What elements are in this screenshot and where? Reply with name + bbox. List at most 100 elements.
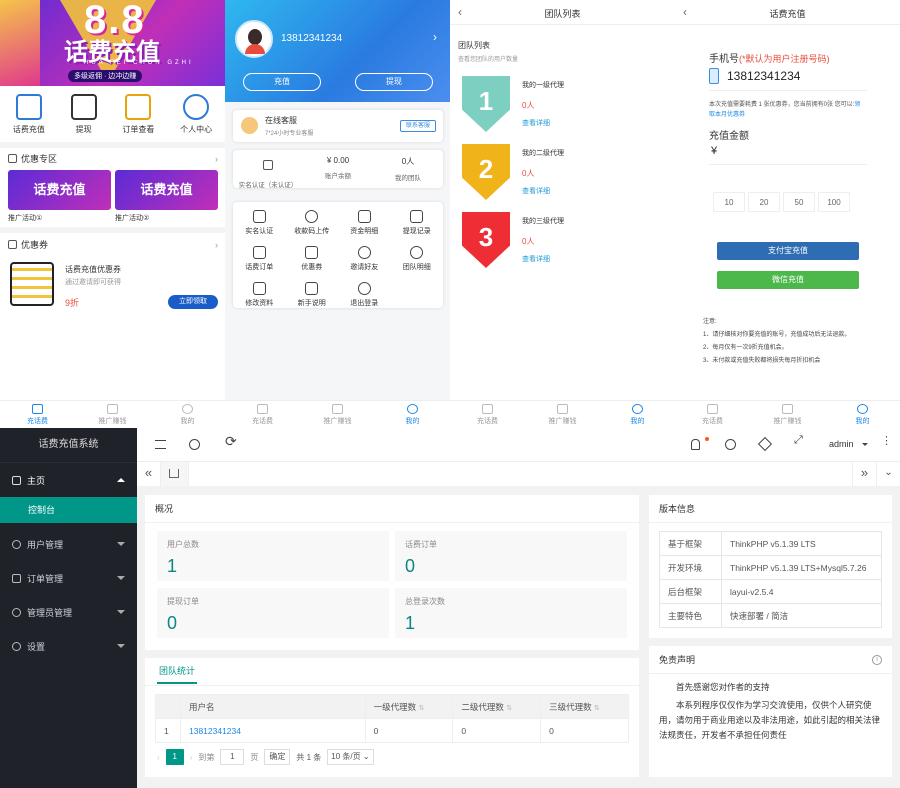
tab-mine[interactable]: 我的 <box>600 401 675 428</box>
level-row[interactable]: 2 我的二级代理 0人 查看详细 <box>462 144 662 204</box>
level-three-badge: 3 <box>462 212 510 268</box>
next-page-icon[interactable]: › <box>190 753 193 762</box>
section-discount[interactable]: 优惠专区 › <box>8 152 218 165</box>
amount-option[interactable]: 50 <box>783 192 815 212</box>
menu-verify[interactable]: 实名认证 <box>233 210 286 236</box>
sidebar-item-users[interactable]: 用户管理 <box>0 527 137 561</box>
tabs-scroll-left-icon[interactable]: « <box>137 462 161 486</box>
divider <box>709 90 867 91</box>
menu-orders[interactable]: 话费订单 <box>233 246 286 272</box>
current-page[interactable]: 1 <box>165 749 184 765</box>
chevron-right-icon[interactable]: › <box>433 30 437 44</box>
level-one-badge: 1 <box>462 76 510 132</box>
sidebar-item-orders[interactable]: 订单管理 <box>0 561 137 595</box>
quick-withdraw[interactable]: 提现 <box>70 94 97 135</box>
promo-card-1[interactable]: 话费充值 <box>8 170 111 210</box>
tab-recharge[interactable]: 充话费 <box>225 401 300 428</box>
goto-page-input[interactable]: 1 <box>220 749 245 765</box>
menu-logout[interactable]: 退出登录 <box>338 282 391 308</box>
contact-service-button[interactable]: 联系客服 <box>400 120 436 132</box>
menu-edit-profile[interactable]: 修改资料 <box>233 282 286 308</box>
level-row[interactable]: 1 我的一级代理 0人 查看详细 <box>462 76 662 136</box>
tab-mine[interactable]: 我的 <box>375 401 450 428</box>
gauge-icon[interactable] <box>725 439 736 450</box>
amount-option[interactable]: 100 <box>818 192 850 212</box>
tag-icon[interactable] <box>757 436 773 452</box>
tab-home[interactable] <box>161 462 189 486</box>
home-icon <box>707 404 718 414</box>
chevron-down-icon: ⌄ <box>362 752 370 761</box>
section-coupon[interactable]: 优惠券 › <box>8 238 218 251</box>
team-stats-tab[interactable]: 团队统计 <box>157 658 198 684</box>
promo-card-2[interactable]: 话费充值 <box>115 170 218 210</box>
tabs-dropdown-icon[interactable]: ⌄ <box>876 462 900 486</box>
phone-input[interactable]: 13812341234 <box>727 69 800 83</box>
alipay-button[interactable]: 支付宝充值 <box>717 242 859 260</box>
bell-icon[interactable] <box>691 439 700 450</box>
currency-symbol: ¥ <box>711 145 718 157</box>
tab-recharge[interactable]: 充话费 <box>450 401 525 428</box>
quick-profile[interactable]: 个人中心 <box>180 94 212 135</box>
level-row[interactable]: 3 我的三级代理 0人 查看详细 <box>462 212 662 272</box>
view-details-link[interactable]: 查看详细 <box>522 118 550 128</box>
claim-coupon-button[interactable]: 立即领取 <box>168 295 218 309</box>
tab-promote[interactable]: 推广赚钱 <box>75 401 150 428</box>
service-card[interactable]: 在线客服 7*24小时专业客服 联系客服 <box>233 110 443 142</box>
banner-slogan: 多级返佣 · 边冲边赚 <box>68 70 143 82</box>
table-header[interactable]: 三级代理数 ⇅ <box>540 694 629 719</box>
tab-promote[interactable]: 推广赚钱 <box>750 401 825 428</box>
wechat-pay-button[interactable]: 微信充值 <box>717 271 859 289</box>
stat-team[interactable]: 0人 我的团队 <box>373 150 443 188</box>
page-size-select[interactable]: 10 条/页 ⌄ <box>327 749 374 765</box>
tab-mine[interactable]: 我的 <box>825 401 900 428</box>
withdraw-button[interactable]: 提现 <box>355 73 433 91</box>
user-icon <box>182 404 193 414</box>
amount-option[interactable]: 20 <box>748 192 780 212</box>
stat-verify[interactable]: 实名认证（未认证） <box>233 150 303 189</box>
system-title: 话费充值系统 <box>0 428 137 462</box>
tab-recharge[interactable]: 充话费 <box>0 401 75 428</box>
view-details-link[interactable]: 查看详细 <box>522 254 550 264</box>
info-icon[interactable]: i <box>872 655 882 665</box>
quick-recharge[interactable]: 话费充值 <box>13 94 45 135</box>
globe-icon[interactable] <box>189 439 200 450</box>
admin-main: ⟳ ⤢ admin ⋮ « » ⌄ 概况 用户总数 1 话费订单 0 提现订单 0 总… <box>137 428 900 788</box>
tabs-scroll-right-icon[interactable]: » <box>852 462 876 486</box>
quick-orders[interactable]: 订单查看 <box>122 94 154 135</box>
table-header[interactable]: 用户名 <box>179 694 366 719</box>
fullscreen-icon[interactable]: ⤢ <box>794 434 803 447</box>
tab-promote[interactable]: 推广赚钱 <box>300 401 375 428</box>
table-header[interactable]: 二级代理数 ⇅ <box>452 694 542 719</box>
sidebar-item-admins[interactable]: 管理员管理 <box>0 595 137 629</box>
tab-recharge[interactable]: 充话费 <box>675 401 750 428</box>
menu-toggle-icon[interactable] <box>155 440 166 449</box>
recharge-button[interactable]: 充值 <box>243 73 321 91</box>
menu-label: 提现记录 <box>402 228 431 235</box>
tab-promote[interactable]: 推广赚钱 <box>525 401 600 428</box>
menu-upload-qr[interactable]: 收款码上传 <box>286 210 339 236</box>
tab-mine[interactable]: 我的 <box>150 401 225 428</box>
sidebar-item-home[interactable]: 主页 <box>0 463 137 497</box>
amount-option[interactable]: 10 <box>713 192 745 212</box>
avatar[interactable] <box>235 20 273 58</box>
menu-withdraw-records[interactable]: 提现记录 <box>391 210 444 236</box>
table-row: 开发环境 ThinkPHP v5.1.39 LTS+Mysql5.7.26 <box>659 555 882 580</box>
table-header[interactable]: 一级代理数 ⇅ <box>364 694 454 719</box>
sidebar-item-settings[interactable]: 设置 <box>0 629 137 663</box>
prev-page-icon[interactable]: ‹ <box>157 753 160 762</box>
view-details-link[interactable]: 查看详细 <box>522 186 550 196</box>
refresh-icon[interactable]: ⟳ <box>225 433 237 450</box>
admin-user-menu[interactable]: admin <box>829 439 854 449</box>
menu-coupons[interactable]: 优惠券 <box>286 246 339 272</box>
more-vertical-icon[interactable]: ⋮ <box>881 434 892 447</box>
sidebar-item-console[interactable]: 控制台 <box>0 497 137 523</box>
menu-funds[interactable]: 资金明细 <box>338 210 391 236</box>
goto-confirm-button[interactable]: 确定 <box>264 749 291 765</box>
menu-team[interactable]: 团队明细 <box>391 246 444 272</box>
menu-invite[interactable]: 邀请好友 <box>338 246 391 272</box>
promo-banner[interactable]: 8.8 话费充值 HUA FEI CHON GZHI 多级返佣 · 边冲边赚 <box>0 0 225 86</box>
menu-guide[interactable]: 新手说明 <box>286 282 339 308</box>
row-username[interactable]: 13812341234 <box>179 718 366 743</box>
mobile-icon <box>709 68 719 84</box>
panel-mine: 13812341234 › 充值 提现 在线客服 7*24小时专业客服 联系客服… <box>225 0 450 428</box>
